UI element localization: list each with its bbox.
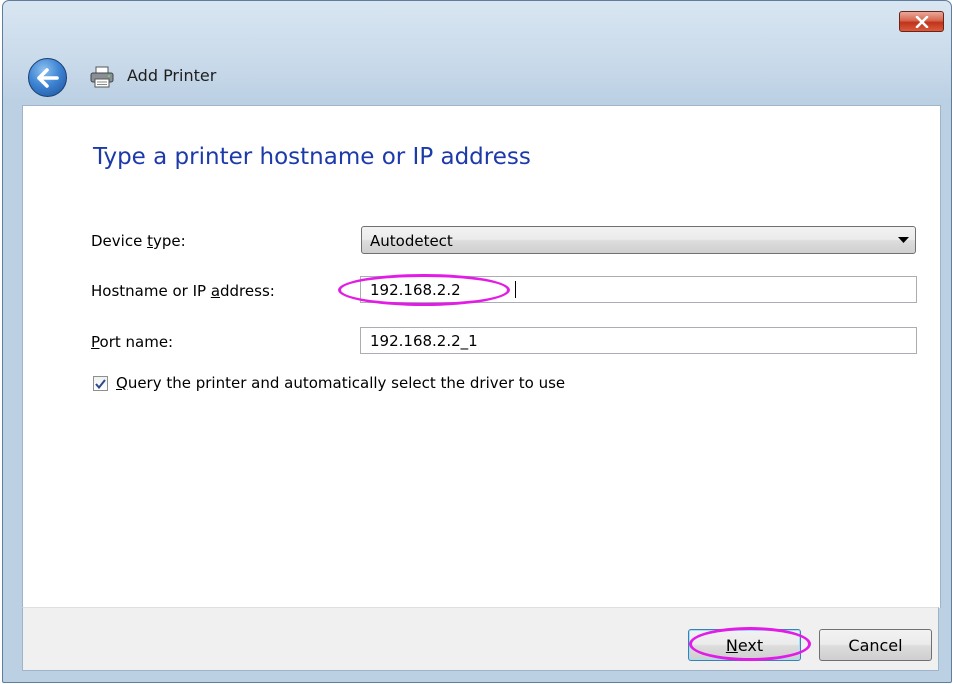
close-icon <box>915 15 928 28</box>
dialog-title: Add Printer <box>127 66 217 85</box>
add-printer-dialog: Add Printer Type a printer hostname or I… <box>2 0 952 683</box>
hostname-value: 192.168.2.2 <box>370 281 461 299</box>
back-arrow-icon <box>36 67 59 88</box>
button-accelerator: N <box>725 635 738 655</box>
dropdown-arrow-icon <box>898 237 909 243</box>
port-name-label: Port name: <box>91 333 173 351</box>
content-panel: Type a printer hostname or IP address De… <box>22 105 941 608</box>
back-button[interactable] <box>28 58 67 97</box>
label-accelerator: a <box>210 282 221 300</box>
printer-icon <box>90 66 114 88</box>
port-name-value: 192.168.2.2_1 <box>370 332 478 350</box>
device-type-label: Device type: <box>91 232 186 250</box>
label-text: Device <box>91 232 148 250</box>
button-label: ext <box>737 635 764 655</box>
label-accelerator: P <box>91 333 100 351</box>
next-button[interactable]: Next <box>688 629 801 661</box>
cancel-button[interactable]: Cancel <box>819 629 932 661</box>
port-name-input[interactable]: 192.168.2.2_1 <box>360 327 917 354</box>
label-accelerator: Q <box>116 374 128 392</box>
page-heading: Type a printer hostname or IP address <box>93 144 531 170</box>
query-printer-label[interactable]: Query the printer and automatically sele… <box>116 374 565 392</box>
close-button[interactable] <box>899 11 944 32</box>
hostname-label: Hostname or IP address: <box>91 282 275 300</box>
checkmark-icon <box>95 378 106 389</box>
device-type-value: Autodetect <box>370 232 453 250</box>
label-text: ddress: <box>220 282 275 300</box>
text-caret <box>515 281 516 298</box>
label-text: uery the printer and automatically selec… <box>127 374 566 392</box>
label-text: Hostname or IP <box>91 282 211 300</box>
button-bar: Next Cancel <box>22 607 939 671</box>
hostname-input[interactable]: 192.168.2.2 <box>360 276 917 303</box>
device-type-select[interactable]: Autodetect <box>361 226 916 254</box>
label-text: ype: <box>152 232 186 250</box>
label-text: ort name: <box>99 333 174 351</box>
query-printer-checkbox[interactable] <box>93 376 108 391</box>
